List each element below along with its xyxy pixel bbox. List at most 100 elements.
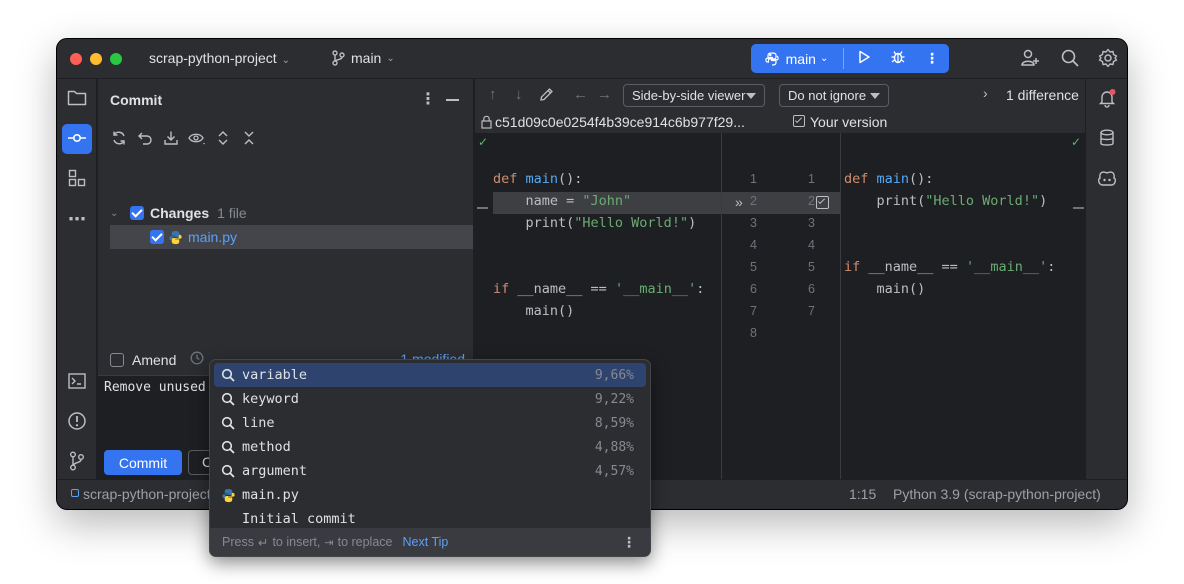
changes-checkbox[interactable] — [130, 206, 144, 220]
amend-checkbox[interactable] — [110, 352, 124, 367]
completion-score: 4,57% — [594, 463, 634, 479]
settings-button[interactable] — [1097, 48, 1119, 70]
code-token: if — [844, 259, 869, 275]
chevron-down-icon: ⌄ — [819, 53, 829, 64]
include-change-checkbox[interactable] — [816, 196, 829, 209]
python-file-icon — [168, 230, 183, 245]
panel-options-button[interactable]: ⋮ — [420, 89, 436, 109]
more-horizontal-icon: ⋯ — [68, 208, 86, 229]
project-tool-button[interactable] — [62, 84, 92, 114]
expand-all-button[interactable] — [214, 129, 232, 147]
left-tool-strip: ⋯ — [57, 79, 97, 479]
file-checkbox[interactable] — [150, 230, 164, 244]
run-config-selector[interactable]: main ⌄ — [757, 44, 835, 73]
collapse-all-button[interactable] — [240, 129, 258, 147]
commit-toolbar — [110, 129, 258, 147]
completion-item[interactable]: keyword 9,22% — [214, 387, 646, 411]
minimize-window-button[interactable] — [90, 53, 102, 65]
commit-icon — [67, 132, 87, 147]
right-tool-strip — [1085, 79, 1127, 479]
apply-change-button[interactable]: » — [735, 194, 743, 210]
changes-label: Changes — [150, 205, 210, 221]
completion-item[interactable]: main.py — [214, 483, 646, 507]
kebab-menu-icon: ⋮ — [420, 91, 436, 108]
more-tools-button[interactable]: ⋯ — [62, 204, 92, 234]
search-everywhere-button[interactable] — [1059, 48, 1081, 70]
ai-assistant-button[interactable] — [1092, 164, 1122, 194]
zoom-window-button[interactable] — [110, 53, 122, 65]
git-tool-button[interactable] — [62, 447, 92, 477]
lock-icon — [481, 115, 492, 129]
chevron-down-icon: ⌄ — [110, 207, 119, 219]
kebab-menu-icon: ⋮ — [622, 534, 636, 550]
more-actions-button[interactable]: ⋮ — [919, 44, 945, 73]
add-user-icon — [1020, 48, 1040, 71]
folder-icon — [67, 89, 87, 110]
forward-button[interactable]: → — [597, 86, 612, 103]
chevron-down-icon: ⌄ — [281, 55, 291, 66]
problems-tool-button[interactable] — [62, 407, 92, 437]
view-options-button[interactable] — [188, 129, 206, 147]
line-number: 7 — [808, 304, 815, 318]
back-button[interactable]: ← — [573, 86, 588, 103]
right-header-checkbox[interactable] — [793, 115, 805, 127]
whitespace-dropdown[interactable]: Do not ignore — [779, 84, 889, 107]
add-user-button[interactable] — [1019, 48, 1041, 70]
search-icon — [214, 464, 242, 478]
close-window-button[interactable] — [70, 53, 82, 65]
next-tip-link[interactable]: Next Tip — [403, 535, 449, 549]
download-button[interactable] — [162, 129, 180, 147]
code-token: __name__ == — [868, 259, 966, 275]
pencil-icon — [539, 88, 554, 105]
status-project-name[interactable]: scrap-python-project — [83, 486, 211, 502]
branch-selector[interactable]: main ⌄ — [331, 50, 395, 66]
completion-item[interactable]: method 4,88% — [214, 435, 646, 459]
completion-score: 9,66% — [594, 367, 634, 383]
database-button[interactable] — [1092, 124, 1122, 154]
double-chevron-right-icon: » — [735, 194, 743, 210]
check-icon: ✓ — [478, 135, 489, 149]
notifications-button[interactable] — [1092, 84, 1122, 114]
commit-panel-title: Commit — [110, 92, 163, 108]
python-interpreter[interactable]: Python 3.9 (scrap-python-project) — [893, 486, 1101, 502]
popup-options-button[interactable]: ⋮ — [622, 534, 636, 551]
refresh-button[interactable] — [110, 129, 128, 147]
minimize-panel-button[interactable] — [446, 99, 459, 101]
completion-item[interactable]: line 8,59% — [214, 411, 646, 435]
previous-difference-button[interactable]: ↑ — [489, 86, 497, 103]
structure-tool-button[interactable] — [62, 164, 92, 194]
project-selector[interactable]: scrap-python-project ⌄ — [149, 50, 290, 66]
code-token: "John" — [582, 193, 632, 209]
changes-group-row[interactable]: ⌄ Changes 1 file — [110, 201, 473, 225]
completion-item[interactable]: argument 4,57% — [214, 459, 646, 483]
chevron-right-icon[interactable]: › — [983, 85, 988, 101]
viewer-mode-dropdown[interactable]: Side-by-side viewer — [623, 84, 765, 107]
terminal-tool-button[interactable] — [62, 367, 92, 397]
dropdown-arrow-icon — [746, 93, 756, 99]
edit-source-button[interactable] — [539, 87, 554, 105]
run-button[interactable] — [849, 44, 879, 73]
completion-score: 8,59% — [594, 415, 634, 431]
commit-tool-button[interactable] — [62, 124, 92, 154]
structure-icon — [68, 169, 86, 190]
code-token: "Hello World!" — [574, 215, 689, 231]
line-number: 5 — [808, 260, 815, 274]
bell-icon — [1097, 88, 1117, 111]
python-config-icon — [764, 51, 780, 67]
caret-position[interactable]: 1:15 — [849, 486, 876, 502]
debug-button[interactable] — [883, 44, 913, 73]
file-row[interactable]: main.py — [110, 225, 473, 249]
line-number: 3 — [750, 216, 757, 230]
amend-label: Amend — [132, 351, 177, 368]
commit-button[interactable]: Commit — [104, 450, 182, 475]
completion-label: main.py — [242, 487, 299, 503]
rollback-button[interactable] — [136, 129, 154, 147]
history-button[interactable] — [190, 351, 204, 368]
code-token: main() — [844, 281, 926, 297]
warning-icon — [67, 411, 87, 434]
completion-item[interactable]: variable 9,66% — [214, 363, 646, 387]
whitespace-label: Do not ignore — [788, 88, 867, 103]
code-token: (): — [558, 171, 583, 187]
code-token: "Hello World!" — [925, 193, 1040, 209]
next-difference-button[interactable]: ↓ — [515, 86, 523, 103]
